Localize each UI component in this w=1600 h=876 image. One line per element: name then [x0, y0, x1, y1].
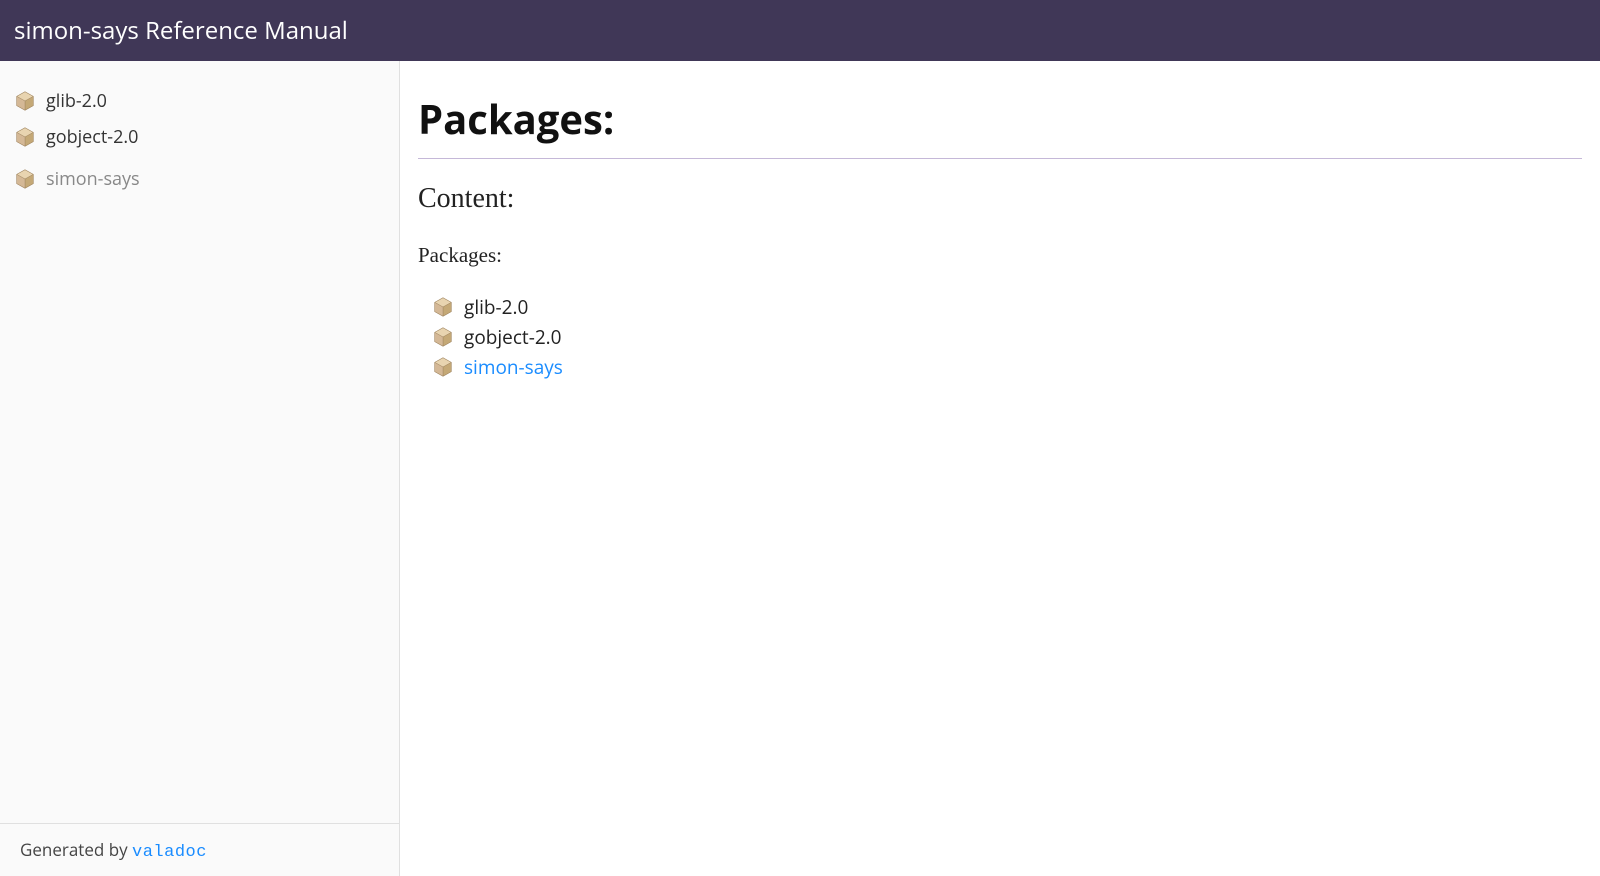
sidebar: glib-2.0 gobject-2.0	[0, 61, 400, 876]
page-title: Packages:	[418, 91, 1582, 159]
list-item: simon-says	[432, 352, 1582, 382]
main-content: Packages: Content: Packages: glib-2.0	[400, 61, 1600, 876]
package-icon	[432, 356, 454, 378]
package-icon	[14, 168, 36, 190]
package-link[interactable]: simon-says	[464, 354, 563, 380]
package-icon	[14, 126, 36, 148]
package-icon	[14, 90, 36, 112]
packages-subheading: Packages:	[418, 243, 1582, 268]
list-item: gobject-2.0	[432, 322, 1582, 352]
package-icon	[432, 296, 454, 318]
page-header-title: simon-says Reference Manual	[14, 14, 348, 47]
valadoc-link[interactable]: valadoc	[132, 843, 207, 862]
header: simon-says Reference Manual	[0, 0, 1600, 61]
package-list: glib-2.0 gobject-2.0	[418, 292, 1582, 382]
package-icon	[432, 326, 454, 348]
body-container: glib-2.0 gobject-2.0	[0, 61, 1600, 876]
sidebar-item-glib[interactable]: glib-2.0	[10, 83, 389, 119]
sidebar-footer: Generated by valadoc	[0, 823, 399, 876]
package-label: glib-2.0	[464, 294, 528, 320]
sidebar-item-label: gobject-2.0	[46, 125, 138, 149]
sidebar-item-gobject[interactable]: gobject-2.0	[10, 119, 389, 155]
sidebar-item-label: simon-says	[46, 167, 140, 191]
list-item: glib-2.0	[432, 292, 1582, 322]
footer-prefix: Generated by	[20, 838, 132, 861]
content-heading: Content:	[418, 183, 1582, 215]
sidebar-item-label: glib-2.0	[46, 89, 107, 113]
sidebar-content: glib-2.0 gobject-2.0	[0, 61, 399, 823]
package-label: gobject-2.0	[464, 324, 562, 350]
sidebar-item-simon-says[interactable]: simon-says	[10, 161, 389, 197]
